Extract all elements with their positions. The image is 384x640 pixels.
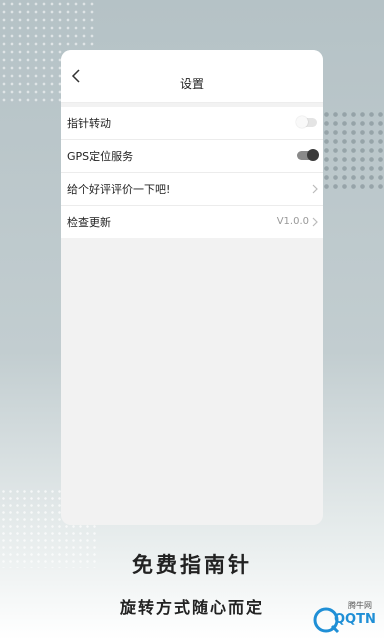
setting-label: 给个好评评价一下吧! (67, 183, 171, 196)
chevron-right-icon (312, 184, 318, 194)
setting-label: GPS定位服务 (67, 150, 134, 163)
watermark-text: QQTN (334, 612, 376, 627)
top-bar: 设置 (61, 50, 323, 103)
pointer-rotation-toggle[interactable] (296, 116, 317, 128)
setting-label: 检查更新 (67, 216, 111, 229)
settings-screen: 设置 指针转动 GPS定位服务 给个好评评价一下吧! 检查更新 V1.0.0 (61, 50, 323, 525)
setting-row-check-update[interactable]: 检查更新 V1.0.0 (61, 206, 323, 238)
promo-headline: 免费指南针 (132, 553, 252, 577)
settings-list: 指针转动 GPS定位服务 给个好评评价一下吧! 检查更新 V1.0.0 (61, 107, 323, 238)
watermark: 腾牛网 QQTN (306, 600, 376, 638)
watermark-site: 腾牛网 (348, 601, 372, 610)
setting-row-gps[interactable]: GPS定位服务 (61, 140, 323, 173)
setting-label: 指针转动 (67, 117, 111, 130)
toggle-knob (296, 116, 308, 128)
setting-row-rate[interactable]: 给个好评评价一下吧! (61, 173, 323, 206)
gps-toggle[interactable] (297, 149, 319, 161)
page-title: 设置 (179, 77, 204, 91)
setting-row-pointer-rotation[interactable]: 指针转动 (61, 107, 323, 140)
decorative-dot-pattern (322, 110, 384, 190)
version-text: V1.0.0 (276, 216, 309, 227)
toggle-knob (307, 149, 319, 161)
chevron-right-icon (312, 217, 318, 227)
